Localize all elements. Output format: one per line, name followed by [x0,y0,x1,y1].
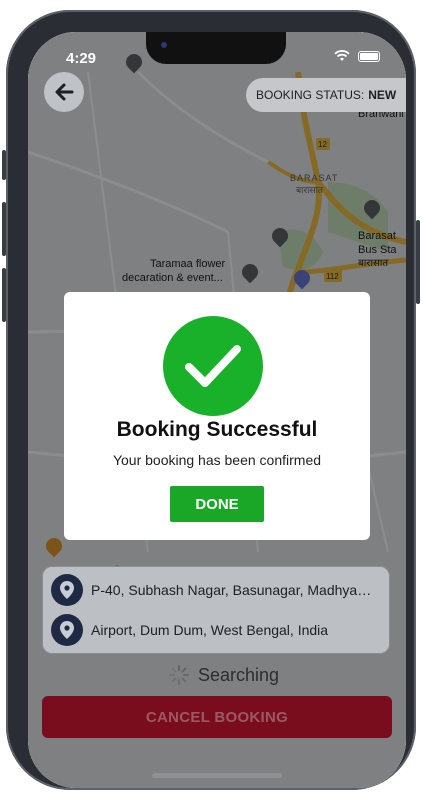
phone-frame: 12 112 Brahwani BARASAT बारासात Taramaa … [2,10,420,790]
notch [146,32,286,64]
searching-label: Searching [198,664,280,685]
searching-indicator: Searching [168,664,279,686]
camera-dot [161,42,167,48]
volume-down-button [2,268,6,322]
spinner-icon [169,665,189,685]
booking-status-label: BOOKING STATUS: [256,88,365,102]
power-button [416,220,420,304]
arrow-left-icon [55,83,74,101]
success-check-icon [163,316,263,416]
home-indicator[interactable] [152,773,282,778]
dialog-title: Booking Successful [116,418,318,441]
battery-icon [358,50,380,62]
booking-status-pill: BOOKING STATUS: NEW [246,78,406,112]
status-time: 4:29 [66,50,97,67]
back-button[interactable] [44,72,84,112]
drop-row[interactable]: Airport, Dum Dum, West Bengal, India [51,613,391,647]
volume-up-button [2,202,6,256]
status-bar: 4:29 [28,32,406,80]
wifi-icon [334,50,350,61]
system-icons [334,50,380,62]
booking-status-value: NEW [368,88,397,102]
booking-success-dialog: Booking Successful Your booking has been… [64,292,370,540]
drop-location-icon [51,614,83,646]
pickup-row[interactable]: P-40, Subhash Nagar, Basunagar, Madhyamg… [51,573,391,607]
done-button[interactable]: DONE [170,486,264,522]
route-card: P-40, Subhash Nagar, Basunagar, Madhyamg… [42,566,390,654]
pickup-location-icon [51,574,83,606]
drop-address: Airport, Dum Dum, West Bengal, India [91,622,329,638]
mute-switch [2,150,6,180]
pickup-address: P-40, Subhash Nagar, Basunagar, Madhyamg… [91,582,381,598]
dialog-message: Your booking has been confirmed [112,452,322,468]
cancel-booking-button[interactable]: CANCEL BOOKING [42,696,392,738]
screen: 12 112 Brahwani BARASAT बारासात Taramaa … [28,32,406,788]
